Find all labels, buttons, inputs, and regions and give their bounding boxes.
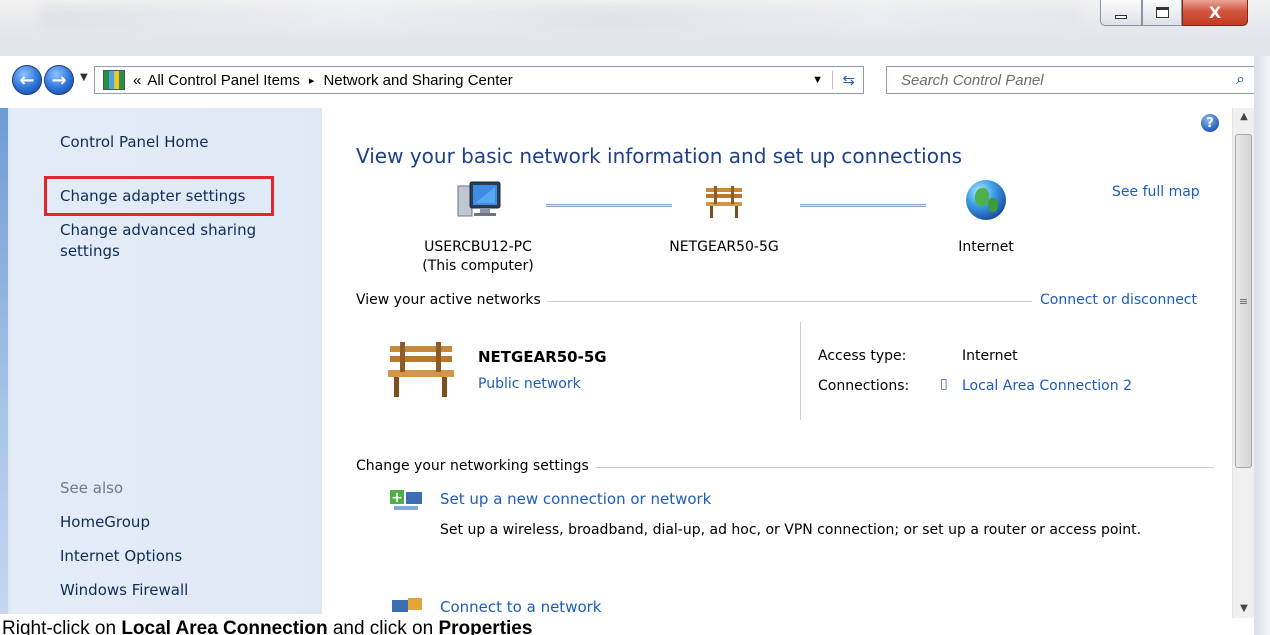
forward-button[interactable]: → — [44, 65, 74, 95]
map-node-computer: USERCBU12-PC (This computer) — [418, 238, 538, 276]
internet-options-link[interactable]: Internet Options — [60, 546, 182, 567]
back-button[interactable]: ← — [12, 65, 42, 95]
connect-or-disconnect-link[interactable]: Connect or disconnect — [1040, 292, 1197, 308]
forward-arrow-icon: → — [51, 69, 67, 91]
map-node-internet: Internet — [958, 239, 1014, 255]
vertical-divider — [800, 322, 801, 420]
caption-text-1: Right-click on — [2, 618, 122, 635]
computer-subtitle: (This computer) — [422, 258, 534, 274]
see-also-heading: See also — [60, 479, 124, 497]
scroll-up-icon[interactable]: ▲ — [1233, 108, 1255, 126]
page-title: View your basic network information and … — [356, 144, 963, 168]
address-overflow-button[interactable]: « — [133, 72, 141, 89]
maximize-button[interactable] — [1142, 0, 1182, 26]
network-adapter-icon: ▯ — [940, 376, 948, 392]
address-bar[interactable]: « All Control Panel Items ▸ Network and … — [94, 66, 864, 94]
recent-pages-dropdown[interactable]: ▼ — [80, 72, 88, 83]
close-icon: X — [1208, 3, 1222, 22]
setup-new-connection-description: Set up a wireless, broadband, dial-up, a… — [440, 522, 1142, 538]
window-titlebar: X — [0, 0, 1270, 56]
instruction-caption: Right-click on Local Area Connection and… — [0, 614, 1232, 635]
minimize-button[interactable] — [1100, 0, 1142, 26]
minimize-icon — [1115, 14, 1127, 19]
scroll-down-icon[interactable]: ▼ — [1233, 600, 1255, 618]
vertical-scrollbar[interactable]: ▲ ≡ ▼ — [1232, 108, 1254, 618]
control-panel-home-link[interactable]: Control Panel Home — [60, 132, 209, 153]
titlebar-background — [40, 6, 1080, 30]
svg-text:+: + — [391, 490, 403, 506]
computer-icon[interactable] — [456, 180, 502, 220]
map-connector-line — [546, 204, 672, 207]
address-dropdown-icon[interactable]: ▼ — [812, 74, 823, 86]
bench-icon[interactable] — [704, 184, 744, 220]
change-settings-title: Change your networking settings — [356, 458, 595, 474]
change-advanced-sharing-link[interactable]: Change advanced sharing settings — [60, 220, 256, 262]
help-icon[interactable]: ? — [1201, 114, 1219, 132]
maximize-icon — [1155, 7, 1169, 18]
pane-edge — [0, 108, 8, 618]
breadcrumb-all-control-panel-items[interactable]: All Control Panel Items — [147, 72, 300, 89]
close-button[interactable]: X — [1182, 0, 1248, 26]
caption-bold-2: Properties — [438, 618, 533, 635]
main-content: ? View your basic network information an… — [322, 108, 1232, 618]
access-type-value: Internet — [962, 348, 1018, 364]
change-advanced-sharing-line1: Change advanced sharing — [60, 221, 257, 239]
network-bench-icon[interactable] — [386, 340, 456, 400]
change-advanced-sharing-line2: settings — [60, 242, 120, 260]
navigation-bar: ← → ▼ « All Control Panel Items ▸ Networ… — [0, 62, 1270, 98]
homegroup-link[interactable]: HomeGroup — [60, 512, 150, 533]
map-node-router: NETGEAR50-5G — [669, 239, 779, 255]
new-connection-icon: + — [390, 490, 422, 510]
windows-firewall-link[interactable]: Windows Firewall — [60, 580, 188, 601]
local-area-connection-link[interactable]: Local Area Connection 2 — [962, 378, 1132, 394]
back-arrow-icon: ← — [19, 69, 35, 91]
active-networks-title: View your active networks — [356, 292, 547, 308]
refresh-icon[interactable]: ⇆ — [842, 71, 855, 89]
setup-new-connection-link[interactable]: Set up a new connection or network — [440, 490, 711, 508]
active-network-name: NETGEAR50-5G — [478, 348, 607, 366]
computer-name: USERCBU12-PC — [424, 239, 532, 255]
caption-text-2: and click on — [327, 618, 439, 635]
caption-bold-1: Local Area Connection — [121, 618, 328, 635]
map-connector-line — [800, 204, 926, 207]
address-divider — [832, 71, 833, 89]
search-placeholder: Search Control Panel — [901, 71, 1044, 89]
search-input[interactable]: Search Control Panel ⌕ — [886, 66, 1256, 94]
breadcrumb-separator-icon[interactable]: ▸ — [309, 74, 315, 87]
see-full-map-link[interactable]: See full map — [1112, 184, 1200, 200]
highlight-annotation-box — [44, 176, 274, 216]
scrollbar-thumb[interactable]: ≡ — [1235, 134, 1252, 468]
window-controls: X — [1100, 0, 1248, 36]
search-icon[interactable]: ⌕ — [1236, 71, 1245, 89]
chevron-down-icon: ▼ — [80, 72, 88, 83]
access-type-label: Access type: — [818, 348, 907, 364]
connections-label: Connections: — [818, 378, 910, 394]
window-right-edge — [1254, 56, 1270, 635]
globe-icon[interactable] — [966, 180, 1006, 220]
control-panel-icon — [103, 70, 125, 90]
breadcrumb-network-and-sharing-center[interactable]: Network and Sharing Center — [323, 72, 512, 89]
network-type-link[interactable]: Public network — [478, 376, 581, 392]
